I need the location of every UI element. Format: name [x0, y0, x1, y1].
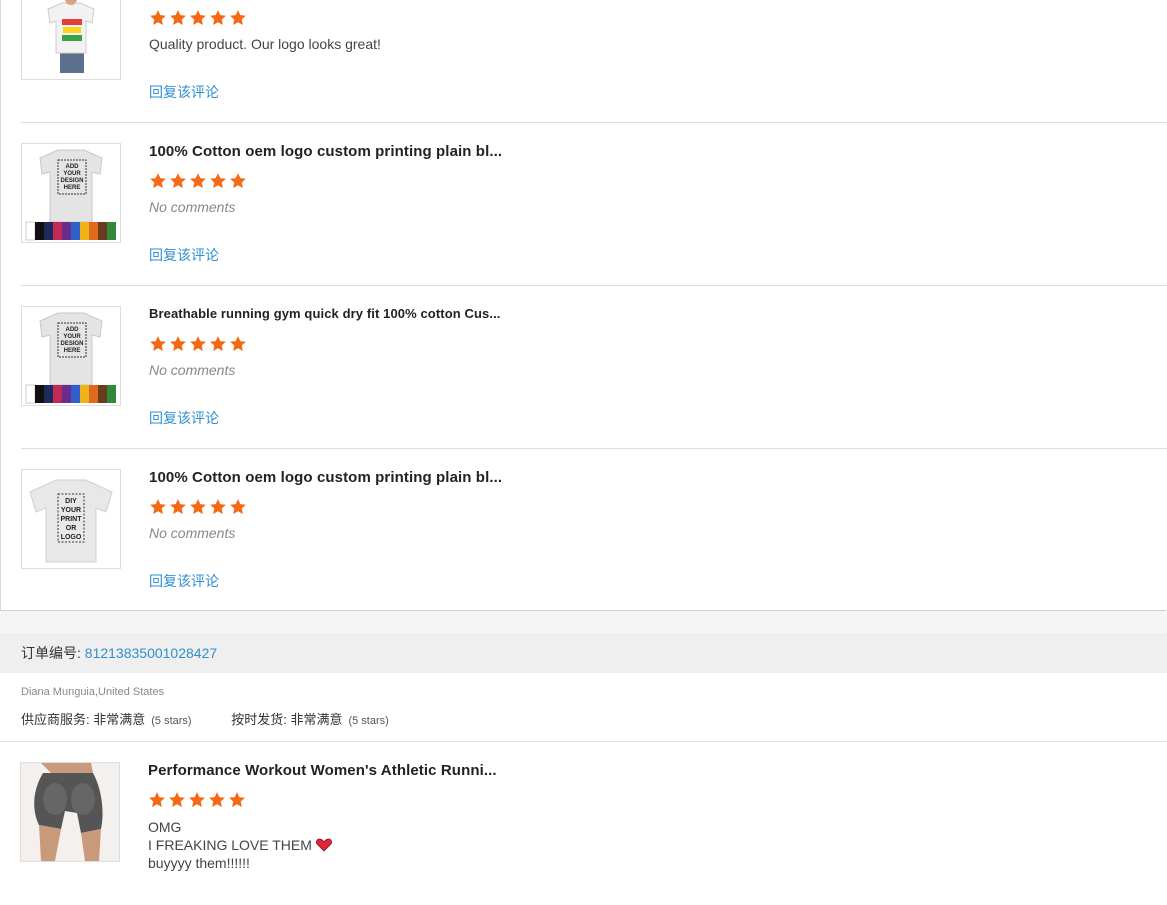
product-title[interactable]: 100% Cotton oem logo custom printing pla…: [149, 469, 502, 486]
star-icon: [150, 10, 166, 25]
section-gap: [0, 611, 1167, 633]
star-icon: [210, 499, 226, 514]
thumb-text-line: YOUR: [63, 334, 81, 340]
thumb-text-line: ADD: [66, 327, 80, 333]
comment-line: OMG: [148, 819, 182, 835]
leggings-shorts-image: [20, 762, 120, 862]
rating-stars: [149, 498, 247, 516]
comment-line: buyyyy them!!!!!!: [148, 855, 250, 871]
review-item: ADD YOUR DESIGN HERE: [21, 123, 1167, 286]
star-icon: [170, 499, 186, 514]
star-icon: [210, 10, 226, 25]
supplier-service-value: 非常满意: [93, 712, 146, 727]
review-item: Performance Workout Women's Athletic Run…: [20, 742, 1166, 905]
product-title[interactable]: Breathable running gym quick dry fit 100…: [149, 306, 501, 321]
thumb-text-line: DIY: [65, 498, 77, 505]
review-item: DIY YOUR PRINT OR LOGO 100% Cotton oem l…: [21, 449, 1167, 612]
order-ratings: 供应商服务: 非常满意 (5 stars) 按时发货: 非常满意 (5 stars): [21, 709, 425, 728]
ontime-stars: (5 stars): [348, 715, 389, 727]
tshirt-diy-image: DIY YOUR PRINT OR LOGO: [21, 469, 121, 569]
kid-tshirt-image: [21, 0, 121, 80]
thumb-text-line: DESIGN: [60, 341, 83, 347]
star-icon: [210, 336, 226, 351]
review-comment: Quality product. Our logo looks great!: [149, 36, 381, 52]
rating-stars: [149, 9, 247, 27]
reply-link[interactable]: 回复该评论: [149, 82, 219, 102]
comment-line: I FREAKING LOVE THEM: [148, 836, 332, 854]
ontime-label: 按时发货:: [231, 712, 291, 727]
star-icon: [169, 792, 185, 807]
star-icon: [150, 499, 166, 514]
rating-stars: [148, 791, 246, 809]
reviews-panel: Quality product. Our logo looks great! 回…: [0, 0, 1167, 612]
order-number-label: 订单编号:: [21, 645, 85, 661]
order-header: 订单编号: 81213835001028427: [0, 633, 1167, 673]
review-comment: No comments: [149, 362, 236, 378]
tshirt-colors-image: ADD YOUR DESIGN HERE: [21, 306, 121, 406]
star-icon: [170, 336, 186, 351]
supplier-service-stars: (5 stars): [151, 715, 192, 727]
star-icon: [209, 792, 225, 807]
reply-link[interactable]: 回复该评论: [149, 571, 219, 591]
thumb-text-line: DESIGN: [60, 178, 83, 184]
star-icon: [149, 792, 165, 807]
ontime-value: 非常满意: [290, 712, 343, 727]
review-comment: No comments: [149, 525, 236, 541]
thumb-text-line: LOGO: [61, 534, 82, 541]
review-comment: OMG I FREAKING LOVE THEM buyyyy them!!!!…: [148, 818, 332, 872]
thumb-text-line: YOUR: [61, 507, 81, 514]
thumb-text-line: OR: [66, 525, 77, 532]
star-icon: [150, 173, 166, 188]
thumb-text-line: HERE: [64, 185, 81, 191]
star-icon: [230, 10, 246, 25]
star-icon: [230, 499, 246, 514]
reply-link[interactable]: 回复该评论: [149, 408, 219, 428]
rating-stars: [149, 172, 247, 190]
ontime-shipping-rating: 按时发货: 非常满意 (5 stars): [231, 712, 389, 727]
star-icon: [190, 10, 206, 25]
review-item: Quality product. Our logo looks great! 回…: [21, 0, 1167, 123]
star-icon: [190, 336, 206, 351]
star-icon: [170, 10, 186, 25]
thumb-text-line: ADD: [66, 164, 80, 170]
star-icon: [229, 792, 245, 807]
star-icon: [170, 173, 186, 188]
reply-link[interactable]: 回复该评论: [149, 245, 219, 265]
star-icon: [230, 173, 246, 188]
star-icon: [190, 173, 206, 188]
tshirt-colors-image: ADD YOUR DESIGN HERE: [21, 143, 121, 243]
supplier-service-rating: 供应商服务: 非常满意 (5 stars): [21, 712, 195, 727]
supplier-service-label: 供应商服务:: [21, 712, 94, 727]
star-icon: [189, 792, 205, 807]
heart-icon: [315, 838, 332, 852]
star-icon: [210, 173, 226, 188]
star-icon: [230, 336, 246, 351]
thumb-text-line: HERE: [64, 348, 81, 354]
thumb-text-line: YOUR: [63, 171, 81, 177]
buyer-info: Diana Munguia,United States: [21, 686, 165, 698]
thumb-text-line: PRINT: [61, 516, 83, 523]
product-title[interactable]: Performance Workout Women's Athletic Run…: [148, 762, 497, 779]
product-title[interactable]: 100% Cotton oem logo custom printing pla…: [149, 143, 502, 160]
review-item: ADD YOUR DESIGN HERE: [21, 286, 1167, 449]
rating-stars: [149, 335, 247, 353]
star-icon: [190, 499, 206, 514]
review-comment: No comments: [149, 199, 236, 215]
order-number-link[interactable]: 81213835001028427: [85, 645, 217, 661]
star-icon: [150, 336, 166, 351]
